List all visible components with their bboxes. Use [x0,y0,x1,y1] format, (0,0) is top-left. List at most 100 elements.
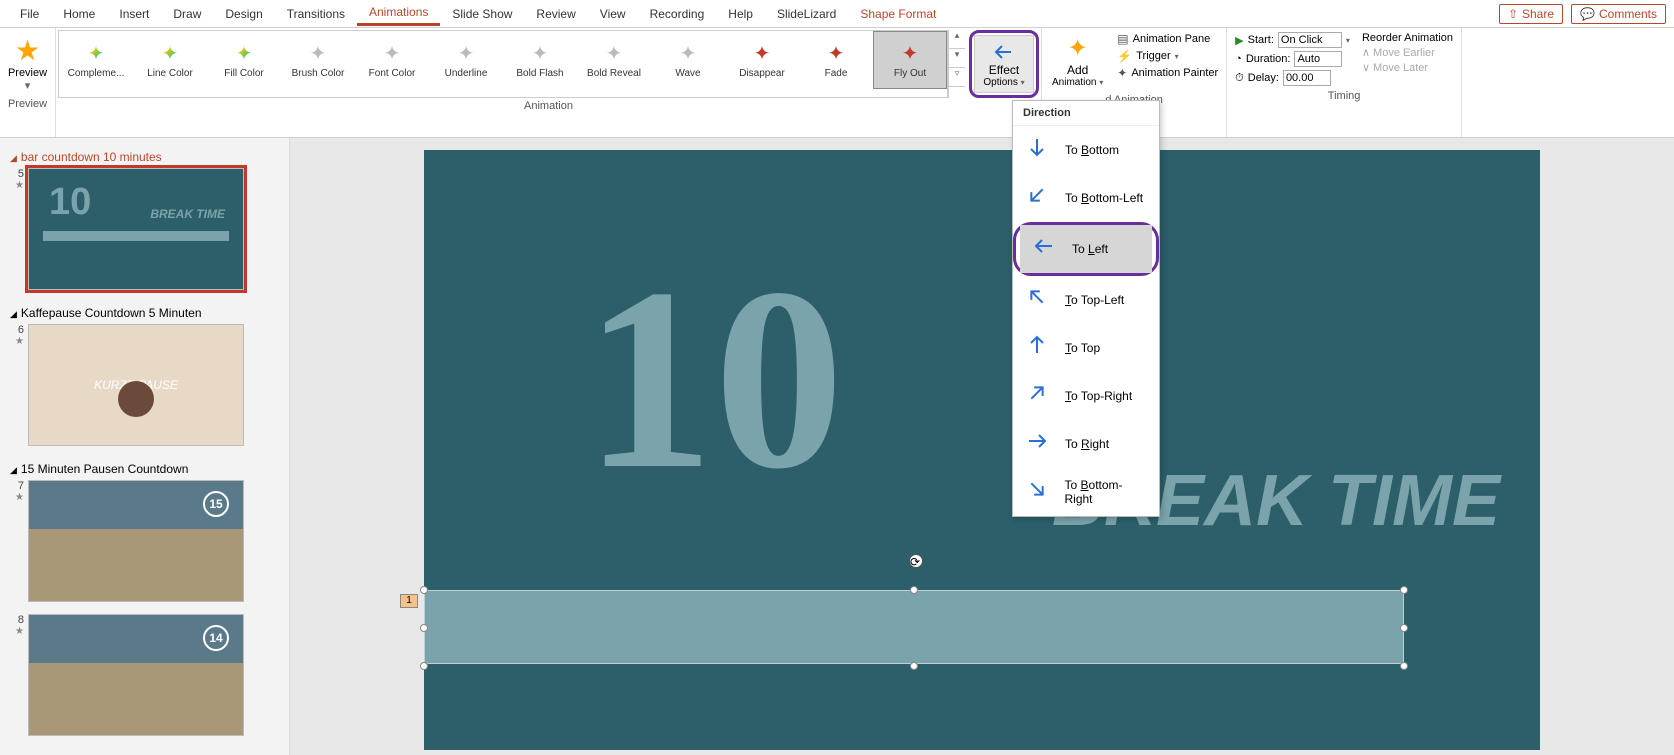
tab-view[interactable]: View [588,3,638,25]
direction-to-bottom-left[interactable]: To Bottom-Left [1013,174,1159,222]
start-input[interactable] [1278,32,1342,48]
effect-options-label1: Effect [989,63,1019,77]
resize-handle[interactable] [420,586,428,594]
animation-gallery[interactable]: ✦Compleme...✦Line Color✦Fill Color✦Brush… [58,30,948,98]
delay-input[interactable] [1283,70,1331,86]
resize-handle[interactable] [420,624,428,632]
comments-button[interactable]: 💬Comments [1571,4,1666,24]
direction-to-top[interactable]: To Top [1013,324,1159,372]
star-icon: ✦ [88,41,105,66]
tab-recording[interactable]: Recording [638,3,717,25]
star-icon: ✦ [754,41,771,66]
gallery-item-fontcolor[interactable]: ✦Font Color [355,31,429,89]
gallery-item-flyout[interactable]: ✦ Fly Out [873,31,947,89]
direction-to-bottom[interactable]: To Bottom [1013,126,1159,174]
tab-file[interactable]: File [8,3,51,25]
gallery-item-fillcolor[interactable]: ✦Fill Color [207,31,281,89]
trigger-icon: ⚡ [1117,49,1132,63]
painter-icon: ✦ [1117,66,1127,80]
gallery-item-linecolor[interactable]: ✦Line Color [133,31,207,89]
add-anim-label2: Animation [1052,77,1096,88]
tab-review[interactable]: Review [524,3,587,25]
slide-canvas[interactable]: 10 BREAK TIME ⟳ 1 [424,150,1540,750]
tab-draw[interactable]: Draw [161,3,213,25]
direction-to-top-left[interactable]: To Top-Left [1013,276,1159,324]
animation-pane-button[interactable]: ▤Animation Pane [1117,32,1218,46]
star-icon: ✦ [532,41,549,66]
tab-slideshow[interactable]: Slide Show [440,3,524,25]
direction-label: To Bottom [1065,143,1119,157]
slide-panel[interactable]: ◢bar countdown 10 minutes5★10BREAK TIME◢… [0,138,290,755]
gallery-item-wave[interactable]: ✦ Wave [651,31,725,89]
gallery-item-label: Wave [675,68,700,79]
gallery-item-compleme[interactable]: ✦Compleme... [59,31,133,89]
gallery-item-boldreveal[interactable]: ✦Bold Reveal [577,31,651,89]
preview-button[interactable]: ★ Preview ▾ [2,30,53,96]
resize-handle[interactable] [1400,586,1408,594]
slide-thumbnail[interactable]: KURZE PAUSE [28,324,244,446]
section-title[interactable]: ◢Kaffepause Countdown 5 Minuten [10,302,279,324]
gallery-item-fade[interactable]: ✦Fade [799,31,873,89]
direction-to-bottom-right[interactable]: To Bottom-Right [1013,468,1159,516]
gallery-more[interactable]: ▿ [949,68,965,87]
tab-insert[interactable]: Insert [107,3,161,25]
gallery-scroll-down[interactable]: ▾ [949,49,965,68]
resize-handle[interactable] [910,662,918,670]
gallery-item-underline[interactable]: ✦Underline [429,31,503,89]
direction-to-left[interactable]: To Left [1020,225,1152,273]
ribbon-tabs: File Home Insert Draw Design Transitions… [0,0,1674,28]
gallery-item-brushcolor[interactable]: ✦Brush Color [281,31,355,89]
share-icon: ⇧ [1508,7,1518,21]
animation-painter-button[interactable]: ✦Animation Painter [1117,66,1218,80]
tab-transitions[interactable]: Transitions [275,3,357,25]
gallery-scroll[interactable]: ▴ ▾ ▿ [948,30,965,98]
gallery-item-disappear[interactable]: ✦Disappear [725,31,799,89]
resize-handle[interactable] [910,586,918,594]
animation-indicator-icon: ★ [15,180,24,191]
trigger-button[interactable]: ⚡Trigger ▾ [1117,49,1218,63]
animation-indicator-icon: ★ [15,626,24,637]
delay-icon: ⏱ [1235,72,1244,85]
reorder-title: Reorder Animation [1362,32,1453,44]
gallery-item-boldflash[interactable]: ✦Bold Flash [503,31,577,89]
duration-icon: ◔ [1235,53,1242,65]
section-title[interactable]: ◢bar countdown 10 minutes [10,146,279,168]
animation-order-tag[interactable]: 1 [400,594,418,608]
arrow-icon [1023,136,1051,164]
move-earlier-button[interactable]: ∧ Move Earlier [1362,46,1453,59]
slide-thumbnail[interactable]: 15 [28,480,244,602]
gallery-scroll-up[interactable]: ▴ [949,30,965,49]
section-title[interactable]: ◢15 Minuten Pausen Countdown [10,458,279,480]
add-animation-button[interactable]: ✦ Add Animation ▾ [1044,30,1111,92]
canvas-area: 10 BREAK TIME ⟳ 1 [290,138,1674,755]
tab-design[interactable]: Design [213,3,274,25]
tab-help[interactable]: Help [716,3,765,25]
resize-handle[interactable] [420,662,428,670]
tab-slidelizard[interactable]: SlideLizard [765,3,848,25]
reorder-controls: Reorder Animation ∧ Move Earlier ∨ Move … [1356,30,1459,88]
star-icon: ✦ [680,41,697,66]
slide-thumbnail[interactable]: 14 [28,614,244,736]
tab-home[interactable]: Home [51,3,107,25]
timing-controls: ▶Start:▾ ◔Duration: ⏱Delay: [1229,30,1356,88]
advanced-controls: ▤Animation Pane ⚡Trigger ▾ ✦Animation Pa… [1111,30,1224,92]
share-button[interactable]: ⇧Share [1499,4,1563,24]
progress-bar-shape[interactable] [424,590,1404,664]
move-later-button[interactable]: ∨ Move Later [1362,61,1453,74]
slide-thumbnail[interactable]: 10BREAK TIME [28,168,244,290]
star-icon: ✦ [902,41,919,66]
direction-to-right[interactable]: To Right [1013,420,1159,468]
duration-input[interactable] [1294,51,1342,67]
resize-handle[interactable] [1400,662,1408,670]
dropdown-header: Direction [1013,101,1159,126]
slide-number: 7 [10,480,24,492]
resize-handle[interactable] [1400,624,1408,632]
tab-animations[interactable]: Animations [357,1,440,26]
rotate-handle[interactable]: ⟳ [909,554,923,568]
ribbon: ★ Preview ▾ Preview ✦Compleme...✦Line Co… [0,28,1674,138]
direction-to-top-right[interactable]: To Top-Right [1013,372,1159,420]
gallery-item-label: Fly Out [894,68,926,79]
effect-options-button[interactable]: Effect Options ▾ [974,35,1034,93]
direction-label: To Right [1065,437,1109,451]
tab-shape-format[interactable]: Shape Format [848,3,948,25]
